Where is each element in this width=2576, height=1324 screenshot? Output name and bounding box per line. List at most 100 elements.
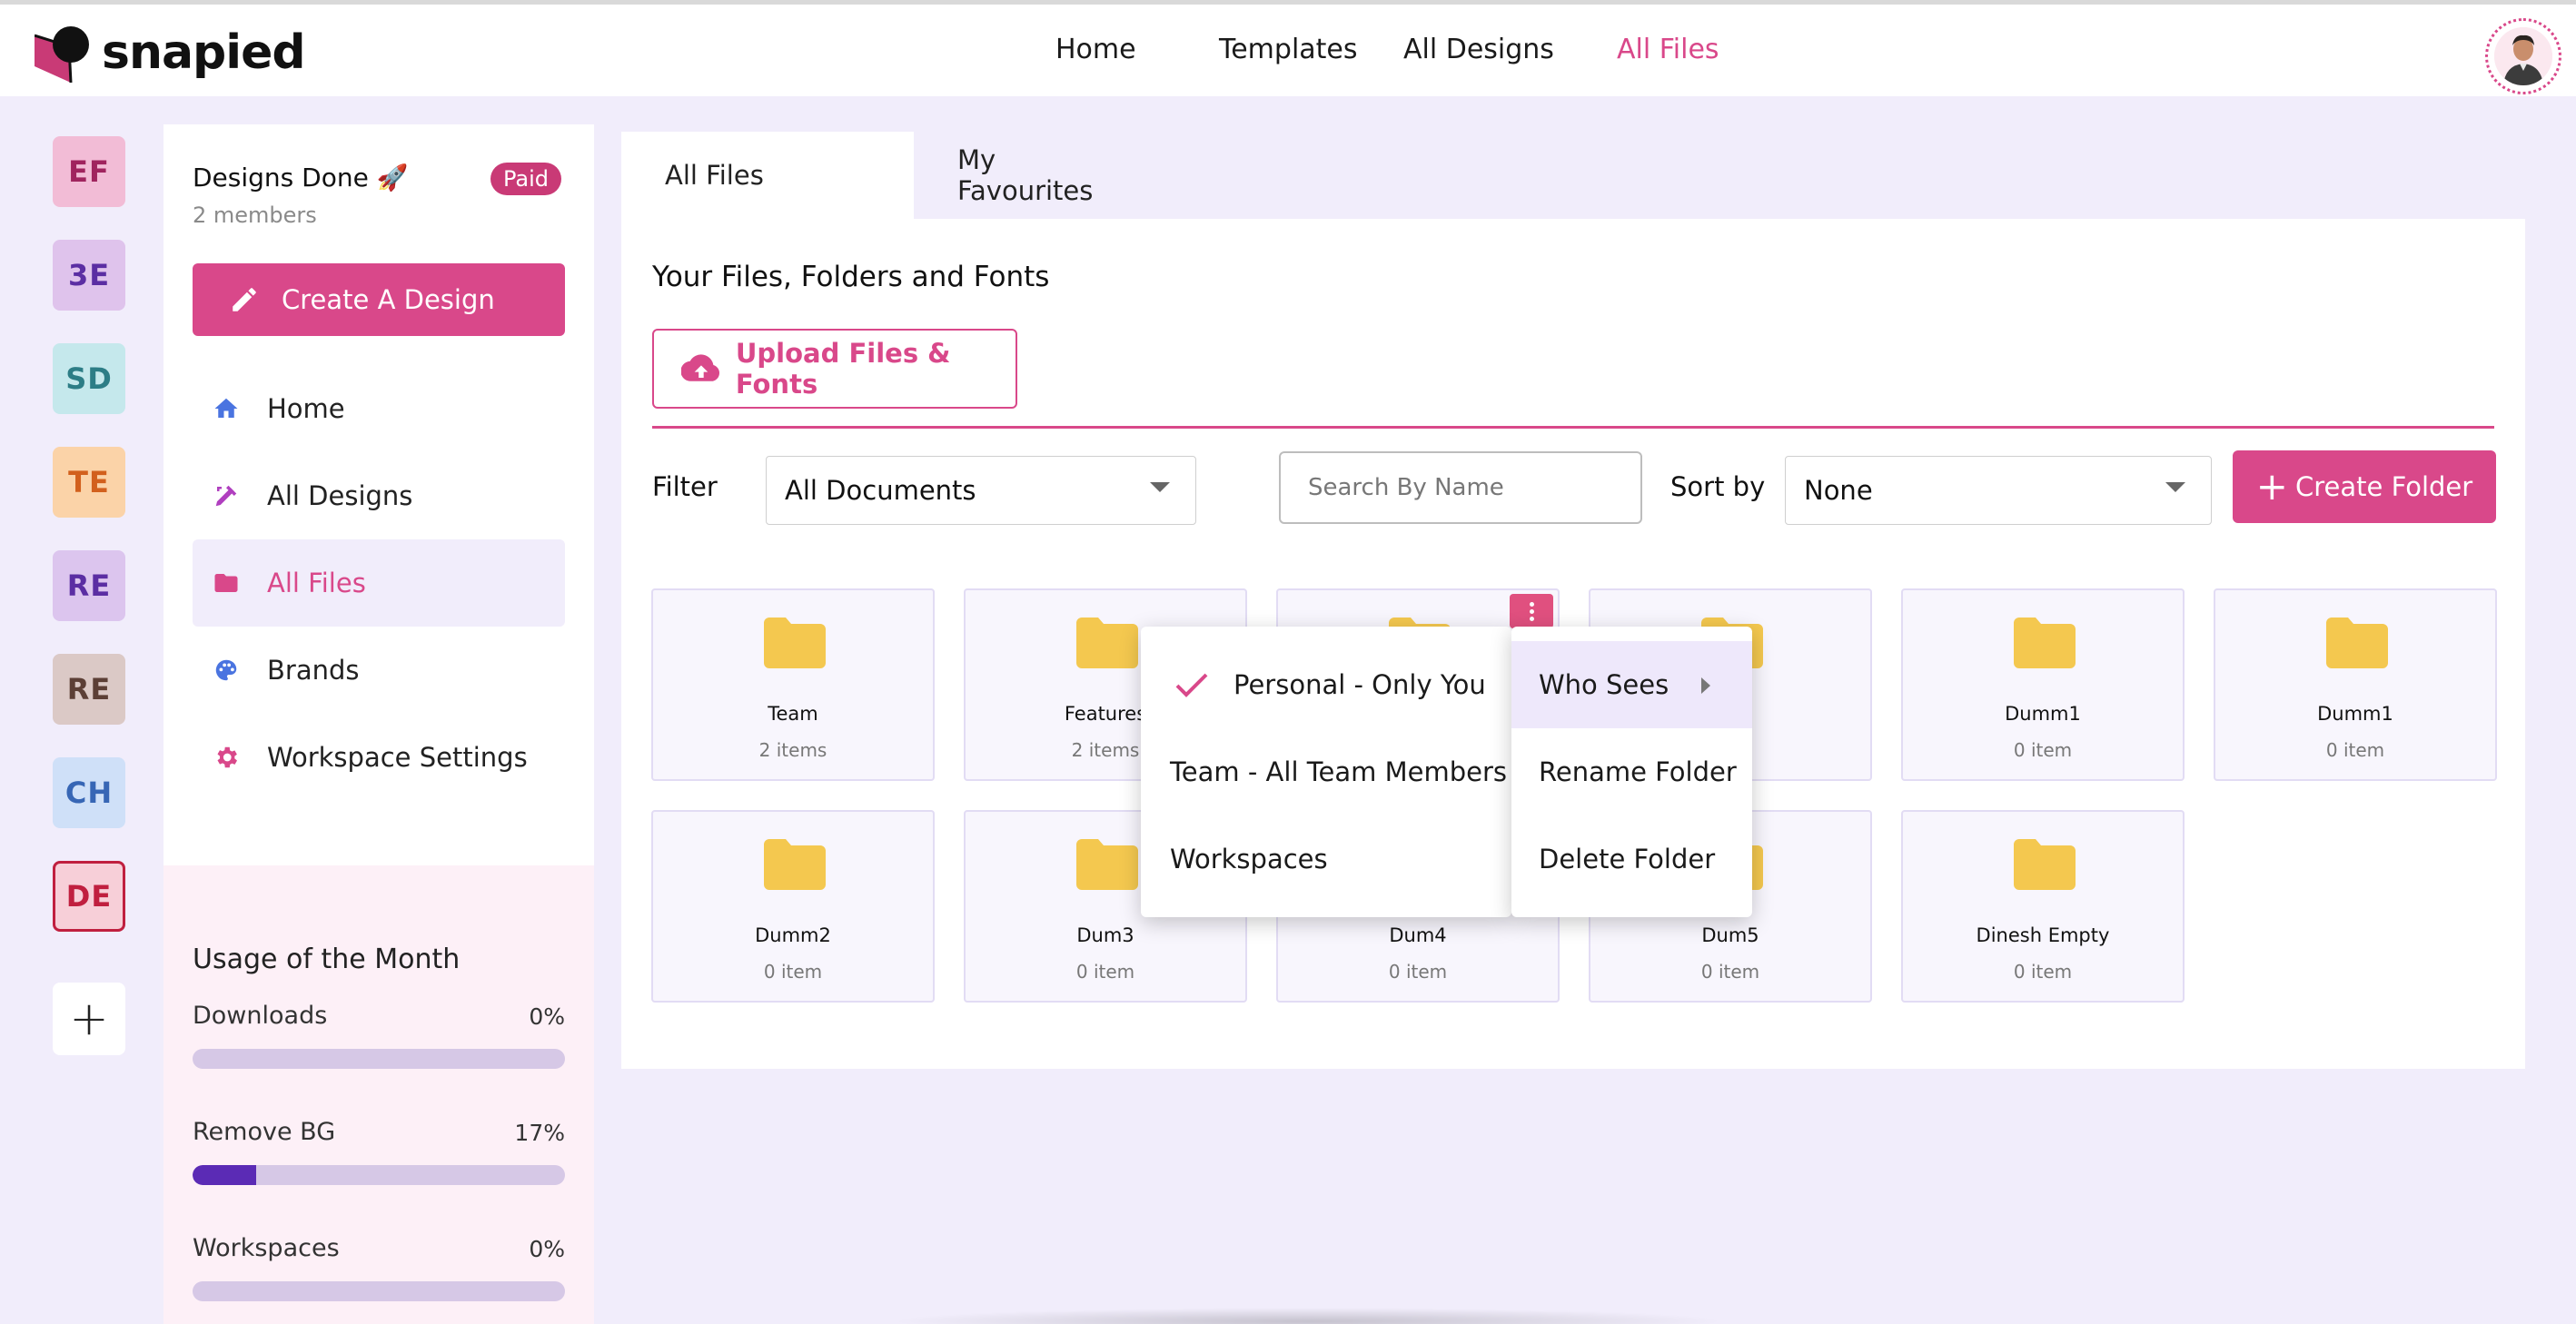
workspace-badge[interactable]: SD: [53, 343, 125, 414]
menu-item-label: Workspaces: [1170, 844, 1328, 874]
folder-icon: [764, 839, 826, 890]
folder-icon: [2014, 618, 2076, 668]
nav-home[interactable]: Home: [1055, 34, 1136, 65]
folder-name: Dumm1: [2005, 703, 2081, 725]
sort-select[interactable]: None: [1785, 456, 2212, 525]
decorative-shadow: [890, 1308, 1726, 1324]
brand-logo[interactable]: snapied: [35, 23, 306, 83]
create-design-label: Create A Design: [282, 284, 495, 315]
design-tools-icon: [211, 480, 242, 511]
folder-icon: [764, 618, 826, 668]
workspace-badge[interactable]: 3E: [53, 240, 125, 311]
folder-item-count: 0 item: [763, 961, 823, 983]
menu-item-label: Delete Folder: [1539, 844, 1716, 874]
menu-item-team[interactable]: Team - All Team Members: [1141, 728, 1511, 815]
usage-label: Workspaces: [193, 1234, 340, 1262]
sidebar-item-label: Brands: [267, 655, 360, 686]
page-title: Your Files, Folders and Fonts: [652, 261, 1050, 293]
workspace-badge[interactable]: DE: [53, 861, 125, 932]
usage-row-remove-bg: Remove BG 17%: [193, 1118, 565, 1185]
folder-card[interactable]: Dinesh Empty 0 item: [1901, 810, 2185, 1003]
team-members-count: 2 members: [193, 203, 317, 228]
menu-item-personal[interactable]: Personal - Only You: [1141, 641, 1511, 728]
folder-name: Dum5: [1701, 924, 1759, 946]
visibility-submenu: Personal - Only You Team - All Team Memb…: [1141, 627, 1511, 917]
folder-name: Dumm1: [2317, 703, 2393, 725]
folder-icon: [2326, 618, 2388, 668]
plan-badge: Paid: [490, 163, 562, 195]
folder-icon: [2014, 839, 2076, 890]
sidebar-item-label: All Designs: [267, 480, 413, 511]
chevron-right-icon: [1701, 677, 1710, 694]
folder-icon: [1076, 839, 1138, 890]
menu-item-label: Rename Folder: [1539, 756, 1737, 787]
usage-progress-bar: [193, 1281, 565, 1301]
sidebar-item-label: All Files: [267, 568, 366, 598]
usage-title: Usage of the Month: [193, 944, 461, 975]
folder-icon: [211, 568, 242, 598]
sidebar-item-all-files[interactable]: All Files: [193, 539, 565, 627]
workspace-badge[interactable]: RE: [53, 550, 125, 621]
usage-label: Remove BG: [193, 1118, 336, 1146]
usage-row-workspaces: Workspaces 0%: [193, 1234, 565, 1301]
folder-item-count: 2 items: [758, 739, 827, 761]
home-icon: [211, 393, 242, 424]
pencil-icon: [233, 288, 256, 311]
folder-icon: [1076, 618, 1138, 668]
sidebar: Designs Done 🚀 2 members Paid Create A D…: [163, 124, 594, 1324]
tab-my-favourites[interactable]: My Favourites: [914, 132, 1093, 219]
sidebar-item-label: Home: [267, 393, 345, 424]
menu-item-workspaces[interactable]: Workspaces: [1141, 815, 1511, 903]
create-folder-button[interactable]: + Create Folder: [2233, 450, 2496, 523]
sidebar-item-workspace-settings[interactable]: Workspace Settings: [193, 714, 565, 801]
sidebar-item-brands[interactable]: Brands: [193, 627, 565, 714]
filter-label: Filter: [652, 471, 718, 502]
usage-row-downloads: Downloads 0%: [193, 1002, 565, 1069]
usage-percent: 17%: [514, 1120, 565, 1146]
sort-value: None: [1804, 475, 1873, 506]
filter-value: All Documents: [785, 475, 976, 506]
add-workspace-button[interactable]: +: [53, 983, 125, 1055]
folder-card[interactable]: Dumm2 0 item: [651, 810, 935, 1003]
usage-percent: 0%: [529, 1236, 565, 1262]
dot: [1529, 608, 1534, 614]
folder-item-count: 0 item: [2013, 961, 2073, 983]
workspace-badge[interactable]: TE: [53, 447, 125, 518]
plus-icon: +: [69, 992, 109, 1046]
dot: [1529, 601, 1534, 607]
tab-all-files[interactable]: All Files: [621, 132, 914, 219]
folder-card[interactable]: Team 2 items: [651, 588, 935, 781]
workspace-badge[interactable]: RE: [53, 654, 125, 725]
gear-icon: [211, 742, 242, 773]
nav-all-files[interactable]: All Files: [1617, 34, 1719, 65]
menu-item-who-sees[interactable]: Who Sees: [1511, 641, 1752, 728]
create-design-button[interactable]: Create A Design: [193, 263, 565, 336]
nav-templates[interactable]: Templates: [1219, 34, 1358, 65]
folder-options-button[interactable]: [1510, 594, 1553, 628]
folder-name: Dinesh Empty: [1976, 924, 2110, 946]
workspace-badge[interactable]: CH: [53, 757, 125, 828]
sidebar-item-home[interactable]: Home: [193, 365, 565, 452]
upload-label: Upload Files & Fonts: [735, 338, 951, 400]
folder-item-count: 0 item: [1700, 961, 1760, 983]
search-input[interactable]: [1279, 451, 1642, 524]
usage-panel: Usage of the Month Downloads 0% Remove B…: [163, 865, 594, 1324]
profile-avatar[interactable]: [2485, 18, 2561, 94]
folder-item-count: 0 item: [2013, 739, 2073, 761]
menu-item-delete-folder[interactable]: Delete Folder: [1511, 815, 1752, 903]
snapied-logo-icon: [35, 26, 89, 83]
nav-all-designs[interactable]: All Designs: [1403, 34, 1554, 65]
sidebar-item-all-designs[interactable]: All Designs: [193, 452, 565, 539]
palette-icon: [211, 655, 242, 686]
upload-files-button[interactable]: Upload Files & Fonts: [652, 329, 1017, 409]
filter-select[interactable]: All Documents: [766, 456, 1196, 525]
folder-card[interactable]: Dumm1 0 item: [2214, 588, 2497, 781]
chevron-down-icon: [2165, 482, 2185, 492]
folder-card[interactable]: Dumm1 0 item: [1901, 588, 2185, 781]
sort-label: Sort by: [1670, 471, 1766, 502]
menu-item-rename-folder[interactable]: Rename Folder: [1511, 728, 1752, 815]
workspace-badge[interactable]: EF: [53, 136, 125, 207]
create-folder-label: Create Folder: [2295, 471, 2473, 502]
usage-progress-bar: [193, 1165, 565, 1185]
folder-name: Team: [768, 703, 818, 725]
